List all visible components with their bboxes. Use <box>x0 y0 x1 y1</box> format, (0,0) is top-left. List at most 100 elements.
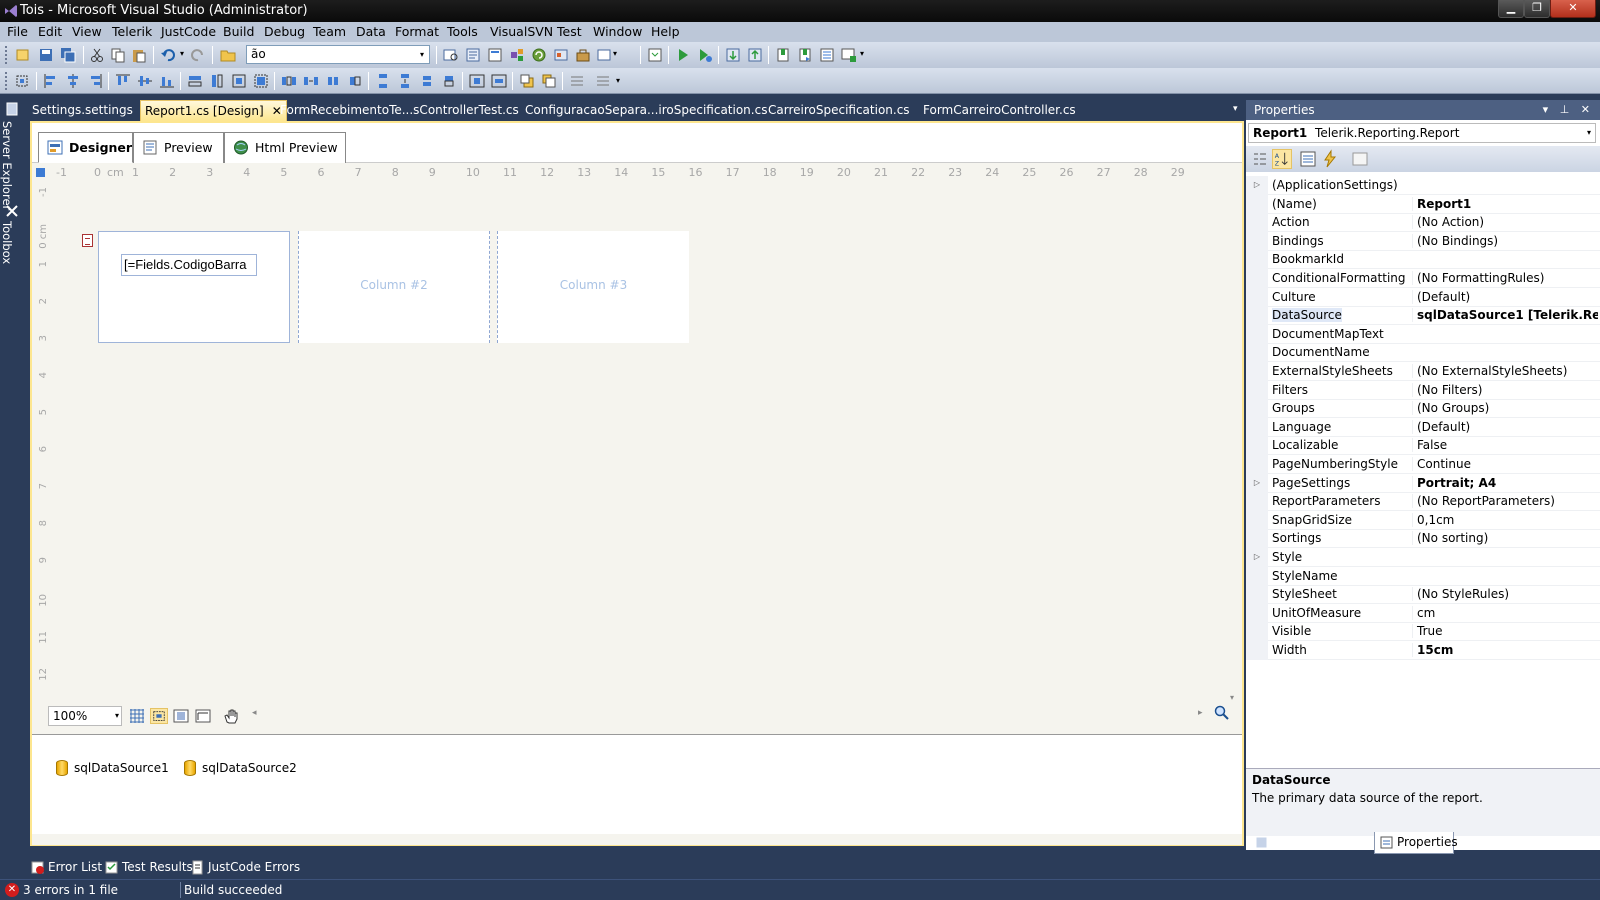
property-value[interactable]: (No StyleRules) <box>1412 587 1598 602</box>
align-middles-icon[interactable] <box>137 73 153 89</box>
property-value[interactable]: (No Groups) <box>1412 401 1598 416</box>
tab-solution-explorer[interactable]: Solution Explorer <box>1250 832 1375 854</box>
property-row[interactable]: ConditionalFormatting (No FormattingRules… <box>1246 269 1600 288</box>
tab-designer[interactable]: Designer <box>38 132 133 163</box>
pan-hand-icon[interactable] <box>222 708 240 724</box>
expand-icon[interactable]: ▷ <box>1246 176 1268 195</box>
expand-icon[interactable]: ▷ <box>1246 473 1268 493</box>
server-explorer-tab[interactable]: Server Explorer <box>0 121 14 210</box>
property-row[interactable]: Filters (No Filters) <box>1246 380 1600 400</box>
tab-settings-settings[interactable]: Settings.settings <box>32 100 133 121</box>
property-row[interactable]: SnapGridSize 0,1cm <box>1246 510 1600 530</box>
refresh-icon[interactable] <box>531 47 547 63</box>
tab-formrecebimento-test[interactable]: FormRecebimentoTe...sControllerTest.cs <box>280 100 519 121</box>
comment-icon[interactable] <box>647 47 663 63</box>
menu-edit[interactable]: Edit <box>38 24 62 39</box>
layout-overflow-icon[interactable]: ▾ <box>616 76 620 85</box>
property-row[interactable]: ▷ PageSettings Portrait; A4 <box>1246 473 1600 493</box>
undo-dropdown-icon[interactable]: ▾ <box>180 49 184 58</box>
property-row[interactable]: ▷ Style <box>1246 548 1600 567</box>
toolbox-tab[interactable]: Toolbox <box>0 221 14 264</box>
table-column-1[interactable]: [=Fields.CodigoBarra <box>98 231 290 343</box>
menu-visualsvn[interactable]: VisualSVN <box>490 24 553 39</box>
tab-report1-design[interactable]: Report1.cs [Design] ✕ <box>140 100 287 121</box>
property-value[interactable]: Portrait; A4 <box>1412 475 1598 490</box>
menu-test[interactable]: Test <box>557 24 582 39</box>
new-project-icon[interactable] <box>15 47 31 63</box>
bring-to-front-icon[interactable] <box>519 73 535 89</box>
remove-horizontal-spacing-icon[interactable] <box>347 73 363 89</box>
center-vertically-icon[interactable] <box>491 73 507 89</box>
class-view-icon[interactable] <box>553 47 569 63</box>
align-tops-icon[interactable] <box>115 73 131 89</box>
decrease-vertical-spacing-icon[interactable] <box>419 73 435 89</box>
menu-file[interactable]: File <box>7 24 28 39</box>
make-same-width-icon[interactable] <box>187 73 203 89</box>
menu-format[interactable]: Format <box>395 24 439 39</box>
next-bookmark-icon[interactable] <box>797 47 813 63</box>
property-row[interactable]: Groups (No Groups) <box>1246 399 1600 419</box>
scroll-down-icon[interactable]: ▾ <box>1230 693 1234 702</box>
open-file-icon[interactable] <box>220 47 236 63</box>
property-row[interactable]: (Name) Report1 <box>1246 194 1600 214</box>
property-value[interactable]: (No Action) <box>1412 215 1598 230</box>
tab-test-results[interactable]: Test Results <box>102 858 193 878</box>
property-row[interactable]: DocumentMapText <box>1246 324 1600 344</box>
copy-icon[interactable] <box>110 47 126 63</box>
undo-icon[interactable] <box>160 47 176 63</box>
property-value[interactable]: Continue <box>1412 457 1598 471</box>
tab-list-dropdown-icon[interactable]: ▾ <box>1233 104 1238 114</box>
property-value[interactable]: 15cm <box>1412 643 1598 657</box>
property-row[interactable]: Visible True <box>1246 622 1600 642</box>
table-column-2[interactable]: Column #2 <box>298 231 490 343</box>
property-row[interactable]: ▷ (ApplicationSettings) <box>1246 176 1600 195</box>
property-row[interactable]: StyleName <box>1246 566 1600 586</box>
align-bottoms-icon[interactable] <box>159 73 175 89</box>
alphabetical-sort-icon[interactable]: AZ <box>1272 149 1292 169</box>
toolbar-grip[interactable] <box>5 72 8 90</box>
property-row[interactable]: Sortings (No sorting) <box>1246 529 1600 549</box>
property-row[interactable]: ReportParameters (No ReportParameters) <box>1246 492 1600 512</box>
tab-properties[interactable]: Properties <box>1374 832 1458 854</box>
property-row[interactable]: DocumentName <box>1246 343 1600 363</box>
object-selector[interactable]: Report1 Telerik.Reporting.Report ▾ <box>1248 123 1596 143</box>
events-lightning-icon[interactable] <box>1320 149 1340 169</box>
status-errors[interactable]: 3 errors in 1 file <box>23 883 118 897</box>
vertical-spacing-equal-icon[interactable] <box>375 73 391 89</box>
property-value[interactable]: (No Bindings) <box>1412 233 1598 248</box>
chevron-down-icon[interactable]: ▾ <box>415 46 429 63</box>
size-to-grid-icon[interactable] <box>253 73 269 89</box>
tab-carreiro-specification[interactable]: CarreiroSpecification.cs <box>768 100 910 121</box>
property-value[interactable]: (Default) <box>1412 289 1598 304</box>
property-row[interactable]: Width 15cm <box>1246 641 1600 660</box>
property-pages-icon[interactable] <box>1350 149 1370 169</box>
remove-vertical-spacing-icon[interactable] <box>441 73 457 89</box>
property-value[interactable]: False <box>1412 438 1598 453</box>
property-row[interactable]: Culture (Default) <box>1246 287 1600 307</box>
property-row[interactable]: ExternalStyleSheets (No ExternalStyleShee… <box>1246 362 1600 381</box>
grid-toggle-icon[interactable] <box>128 708 146 724</box>
properties-view-icon[interactable] <box>1298 149 1318 169</box>
property-value[interactable]: cm <box>1412 605 1598 620</box>
server-explorer-icon[interactable] <box>4 101 20 117</box>
send-to-back-icon[interactable] <box>541 73 557 89</box>
tab-formcarreiro-controller[interactable]: FormCarreiroController.cs <box>923 100 1076 121</box>
property-row[interactable]: Language (Default) <box>1246 417 1600 437</box>
property-value[interactable]: (No ReportParameters) <box>1412 494 1598 509</box>
properties-window-icon[interactable] <box>487 47 503 63</box>
show-dimensions-icon[interactable] <box>194 708 212 724</box>
toolbar-overflow-icon[interactable]: ▾ <box>860 49 864 58</box>
snap-to-lines-icon[interactable] <box>172 708 190 724</box>
toolbox-rail-icon[interactable] <box>4 203 20 219</box>
menu-window[interactable]: Window <box>593 24 642 39</box>
sqldatasource1-component[interactable]: sqlDataSource1 <box>56 760 169 776</box>
align-rights-icon[interactable] <box>87 73 103 89</box>
start-page-icon[interactable] <box>597 47 613 63</box>
sqldatasource2-component[interactable]: sqlDataSource2 <box>184 760 297 776</box>
property-value[interactable]: (No ExternalStyleSheets) <box>1412 364 1598 378</box>
snap-to-grid-icon[interactable] <box>150 708 168 724</box>
increase-horizontal-spacing-icon[interactable] <box>303 73 319 89</box>
cut-icon[interactable] <box>89 47 105 63</box>
menu-help[interactable]: Help <box>651 24 680 39</box>
scroll-right-icon[interactable]: ▸ <box>1198 708 1203 718</box>
